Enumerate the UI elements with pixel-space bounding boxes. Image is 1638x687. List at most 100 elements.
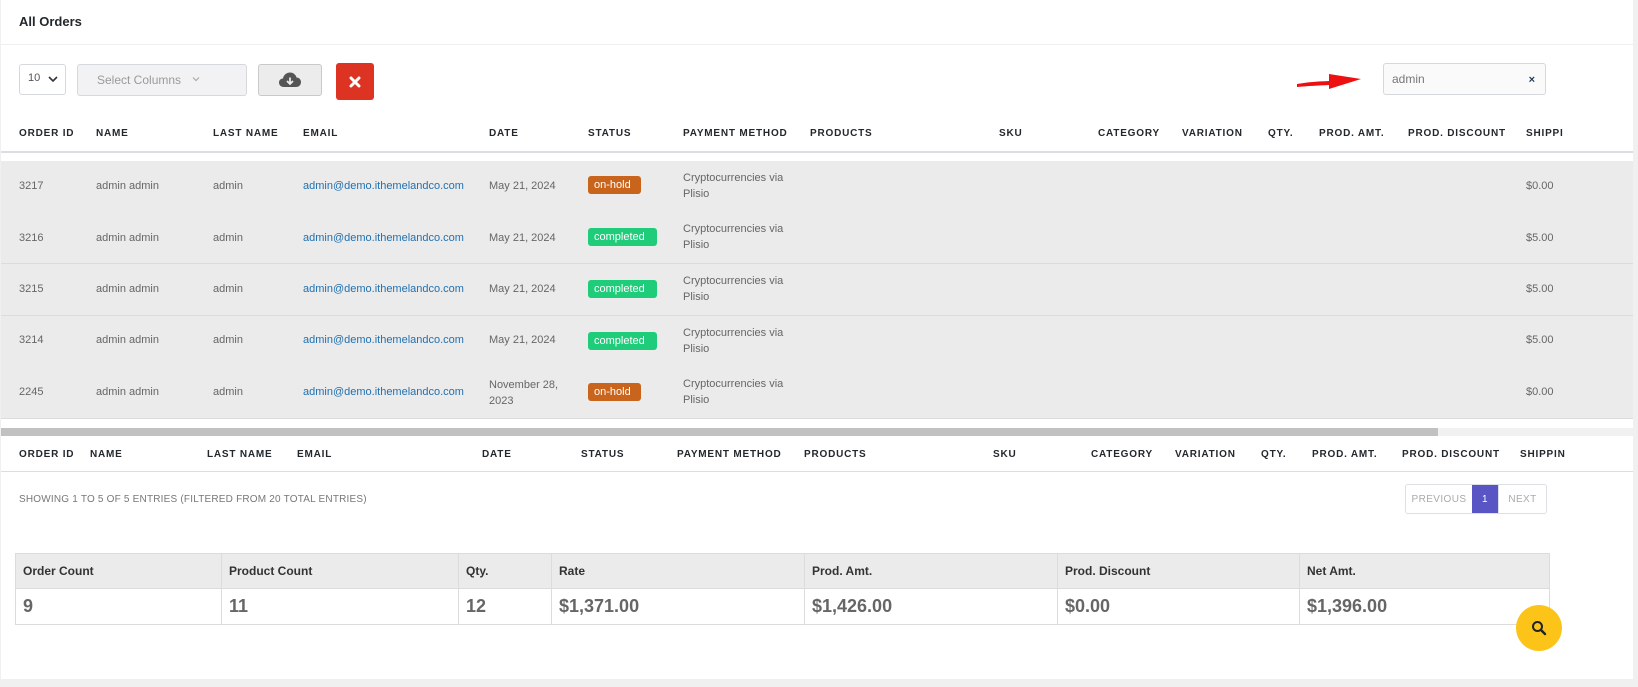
payment-line-2: Plisio — [683, 188, 710, 200]
summary-prod-amt-value: $1,426.00 — [804, 588, 1058, 625]
previous-page-button[interactable]: PREVIOUS — [1406, 485, 1472, 513]
tf-variation: VARIATION — [1175, 449, 1236, 460]
table-row[interactable]: 2245 admin admin admin admin@demo.itheme… — [1, 367, 1633, 419]
th-category[interactable]: CATEGORY — [1098, 128, 1160, 139]
payment-line-1: Cryptocurrencies via — [683, 327, 784, 339]
horizontal-scrollbar-thumb[interactable] — [1, 428, 1438, 436]
th-prod-discount[interactable]: PROD. DISCOUNT — [1408, 128, 1506, 139]
th-variation[interactable]: VARIATION — [1182, 128, 1243, 139]
header-divider — [1, 151, 1633, 153]
th-last-name[interactable]: LAST NAME — [213, 128, 279, 139]
summary-qty-label: Qty. — [458, 553, 552, 589]
summary-rate-value: $1,371.00 — [551, 588, 805, 625]
cell-order-id[interactable]: 2245 — [19, 386, 43, 398]
chevron-down-icon — [192, 77, 200, 82]
tf-last-name: LAST NAME — [207, 449, 273, 460]
red-arrow-pointer — [1297, 74, 1361, 89]
tf-date: DATE — [482, 449, 512, 460]
table-row[interactable]: 3217 admin admin admin admin@demo.itheme… — [1, 161, 1633, 213]
summary-order-count-value: 9 — [15, 588, 222, 625]
payment-line-2: Plisio — [683, 239, 710, 251]
th-email[interactable]: EMAIL — [303, 128, 338, 139]
summary-net-amt-value: $1,396.00 — [1299, 588, 1550, 625]
tf-products: PRODUCTS — [804, 449, 867, 460]
cell-email-link[interactable]: admin@demo.ithemelandco.com — [303, 334, 464, 346]
cell-payment-method: Cryptocurrencies via Plisio — [683, 170, 783, 202]
page-length-select[interactable]: 10 — [19, 64, 66, 95]
cell-last-name: admin — [213, 180, 243, 192]
tf-name: NAME — [90, 449, 123, 460]
select-columns-dropdown[interactable]: Select Columns — [77, 64, 247, 96]
th-payment-method[interactable]: PAYMENT METHOD — [683, 128, 788, 139]
chevron-down-icon — [48, 76, 58, 83]
date-line-2: 2023 — [489, 395, 514, 407]
entries-info: SHOWING 1 TO 5 OF 5 ENTRIES (FILTERED FR… — [19, 494, 367, 505]
cell-shipping: $0.00 — [1526, 180, 1554, 192]
cell-last-name: admin — [213, 283, 243, 295]
cell-order-id[interactable]: 3214 — [19, 334, 43, 346]
tf-status: STATUS — [581, 449, 625, 460]
search-clear-icon[interactable]: × — [1529, 74, 1535, 86]
summary-product-count-value: 11 — [221, 588, 459, 625]
cell-email-link[interactable]: admin@demo.ithemelandco.com — [303, 232, 464, 244]
tf-prod-amt: PROD. AMT. — [1312, 449, 1378, 460]
cell-last-name: admin — [213, 334, 243, 346]
summary-prod-discount-label: Prod. Discount — [1057, 553, 1300, 589]
summary-qty-value: 12 — [458, 588, 552, 625]
orders-card: All Orders 10 Select Columns × ORDER ID … — [1, 0, 1633, 679]
th-name[interactable]: NAME — [96, 128, 129, 139]
tf-email: EMAIL — [297, 449, 333, 460]
table-row[interactable]: 3216 admin admin admin admin@demo.itheme… — [1, 212, 1633, 264]
cell-payment-method: Cryptocurrencies via Plisio — [683, 221, 783, 253]
table-row[interactable]: 3215 admin admin admin admin@demo.itheme… — [1, 264, 1633, 316]
th-qty[interactable]: QTY. — [1268, 128, 1293, 139]
pagination: PREVIOUS 1 NEXT — [1405, 484, 1547, 514]
cell-payment-method: Cryptocurrencies via Plisio — [683, 273, 783, 305]
select-columns-placeholder: Select Columns — [97, 73, 182, 87]
payment-line-1: Cryptocurrencies via — [683, 275, 784, 287]
th-prod-amt[interactable]: PROD. AMT. — [1319, 128, 1384, 139]
cell-date: November 28, 2023 — [489, 377, 558, 409]
payment-line-1: Cryptocurrencies via — [683, 378, 784, 390]
page-1-button[interactable]: 1 — [1472, 485, 1498, 513]
clear-filters-button[interactable] — [336, 63, 374, 100]
cell-email-link[interactable]: admin@demo.ithemelandco.com — [303, 283, 464, 295]
th-shipping[interactable]: SHIPPI — [1526, 128, 1564, 139]
page-title: All Orders — [19, 14, 82, 29]
status-badge: completed — [588, 280, 657, 298]
download-button[interactable] — [258, 64, 322, 96]
next-page-button[interactable]: NEXT — [1498, 485, 1546, 513]
summary-value-row: 9 11 12 $1,371.00 $1,426.00 $0.00 $1,396… — [15, 588, 1550, 625]
th-products[interactable]: PRODUCTS — [810, 128, 873, 139]
footer-divider — [1, 471, 1633, 472]
cell-order-id[interactable]: 3216 — [19, 232, 43, 244]
summary-product-count-label: Product Count — [221, 553, 459, 589]
cell-order-id[interactable]: 3217 — [19, 180, 43, 192]
summary-table: Order Count Product Count Qty. Rate Prod… — [15, 553, 1550, 625]
tf-shipping: SHIPPIN — [1520, 449, 1566, 460]
cell-email-link[interactable]: admin@demo.ithemelandco.com — [303, 386, 464, 398]
table-row[interactable]: 3214 admin admin admin admin@demo.itheme… — [1, 316, 1633, 368]
cell-name: admin admin — [96, 283, 159, 295]
close-icon — [349, 76, 361, 87]
cell-email-link[interactable]: admin@demo.ithemelandco.com — [303, 180, 464, 192]
cell-order-id[interactable]: 3215 — [19, 283, 43, 295]
cell-name: admin admin — [96, 334, 159, 346]
cell-date: May 21, 2024 — [489, 180, 556, 192]
summary-prod-amt-label: Prod. Amt. — [804, 553, 1058, 589]
cell-payment-method: Cryptocurrencies via Plisio — [683, 325, 783, 357]
th-order-id[interactable]: ORDER ID — [19, 128, 74, 139]
status-badge: on-hold — [588, 176, 641, 194]
floating-search-button[interactable] — [1516, 605, 1562, 651]
search-input[interactable] — [1392, 70, 1512, 88]
summary-rate-label: Rate — [551, 553, 805, 589]
payment-line-2: Plisio — [683, 291, 710, 303]
th-sku[interactable]: SKU — [999, 128, 1023, 139]
date-line-1: November 28, — [489, 379, 559, 391]
cell-payment-method: Cryptocurrencies via Plisio — [683, 376, 783, 408]
search-field[interactable]: × — [1383, 63, 1546, 95]
th-status[interactable]: STATUS — [588, 128, 631, 139]
th-date[interactable]: DATE — [489, 128, 519, 139]
status-badge: completed — [588, 228, 657, 246]
cell-name: admin admin — [96, 232, 159, 244]
